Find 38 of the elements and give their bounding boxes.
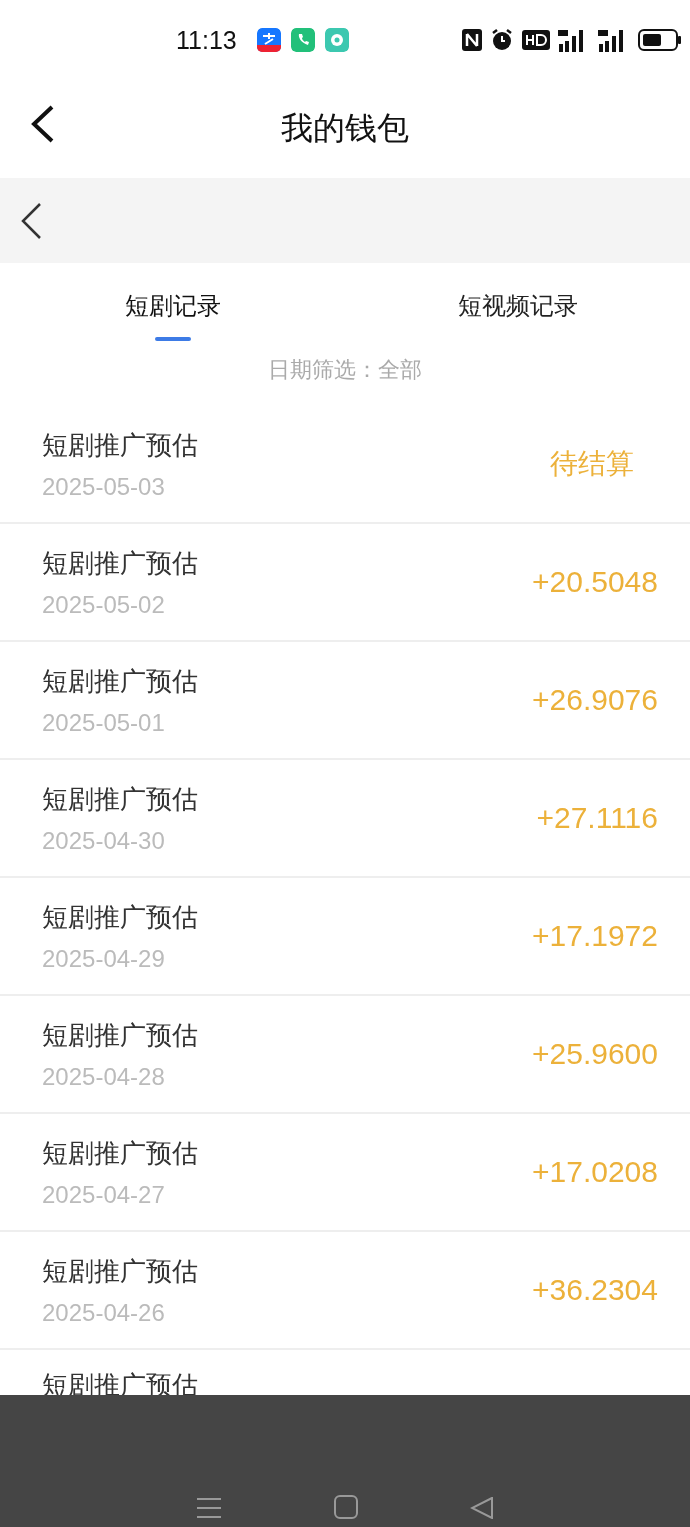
amount: +26.9076: [532, 683, 658, 717]
record-title: 短剧推广预估: [42, 1018, 199, 1052]
home-icon[interactable]: [334, 1495, 358, 1519]
record-date: 2025-04-28: [42, 1062, 166, 1091]
status-time: 11:13: [176, 25, 237, 55]
record-date: 2025-05-01: [42, 708, 166, 737]
record-title: 短剧推广预估: [42, 428, 199, 462]
amount: +25.9600: [532, 1037, 658, 1071]
tab[interactable]: 短剧记录: [0, 263, 345, 348]
hd-icon: [522, 30, 550, 50]
record-date: 2025-05-03: [42, 472, 166, 501]
amount: +17.1972: [532, 919, 658, 953]
record-title: 短剧推广预估: [42, 1136, 199, 1170]
record-date: 2025-04-26: [42, 1298, 166, 1327]
payment-app-icon: [256, 28, 281, 52]
record-date: 2025-04-27: [42, 1180, 166, 1209]
amount: +36.2304: [532, 1273, 658, 1307]
amount: +17.0208: [532, 1155, 658, 1189]
amount: +27.1116: [536, 801, 658, 835]
record-title: 短剧推广预估: [42, 546, 199, 580]
record-date: 2025-04-30: [42, 826, 166, 855]
tab[interactable]: 短视频记录: [345, 263, 690, 348]
page-title: 我的钱包: [281, 108, 409, 149]
amount: +20.5048: [532, 565, 658, 599]
record-date: 2025-05-02: [42, 590, 166, 619]
record-title: 短剧推广预估: [42, 900, 199, 934]
alarm-icon: [490, 28, 514, 52]
record-title: 短剧推广预估: [42, 664, 199, 698]
nfc-icon: [462, 29, 482, 51]
status-label: 待结算: [550, 446, 634, 482]
record-title: 短剧推广预估: [42, 782, 199, 816]
record-date: 2025-04-29: [42, 944, 166, 973]
menu-icon[interactable]: [196, 1497, 222, 1519]
phone-icon: [290, 28, 315, 52]
record-title: 短剧推广预估: [42, 1254, 199, 1288]
battery-icon: [638, 29, 682, 51]
message-icon: [324, 28, 349, 52]
back-icon[interactable]: [20, 201, 42, 240]
